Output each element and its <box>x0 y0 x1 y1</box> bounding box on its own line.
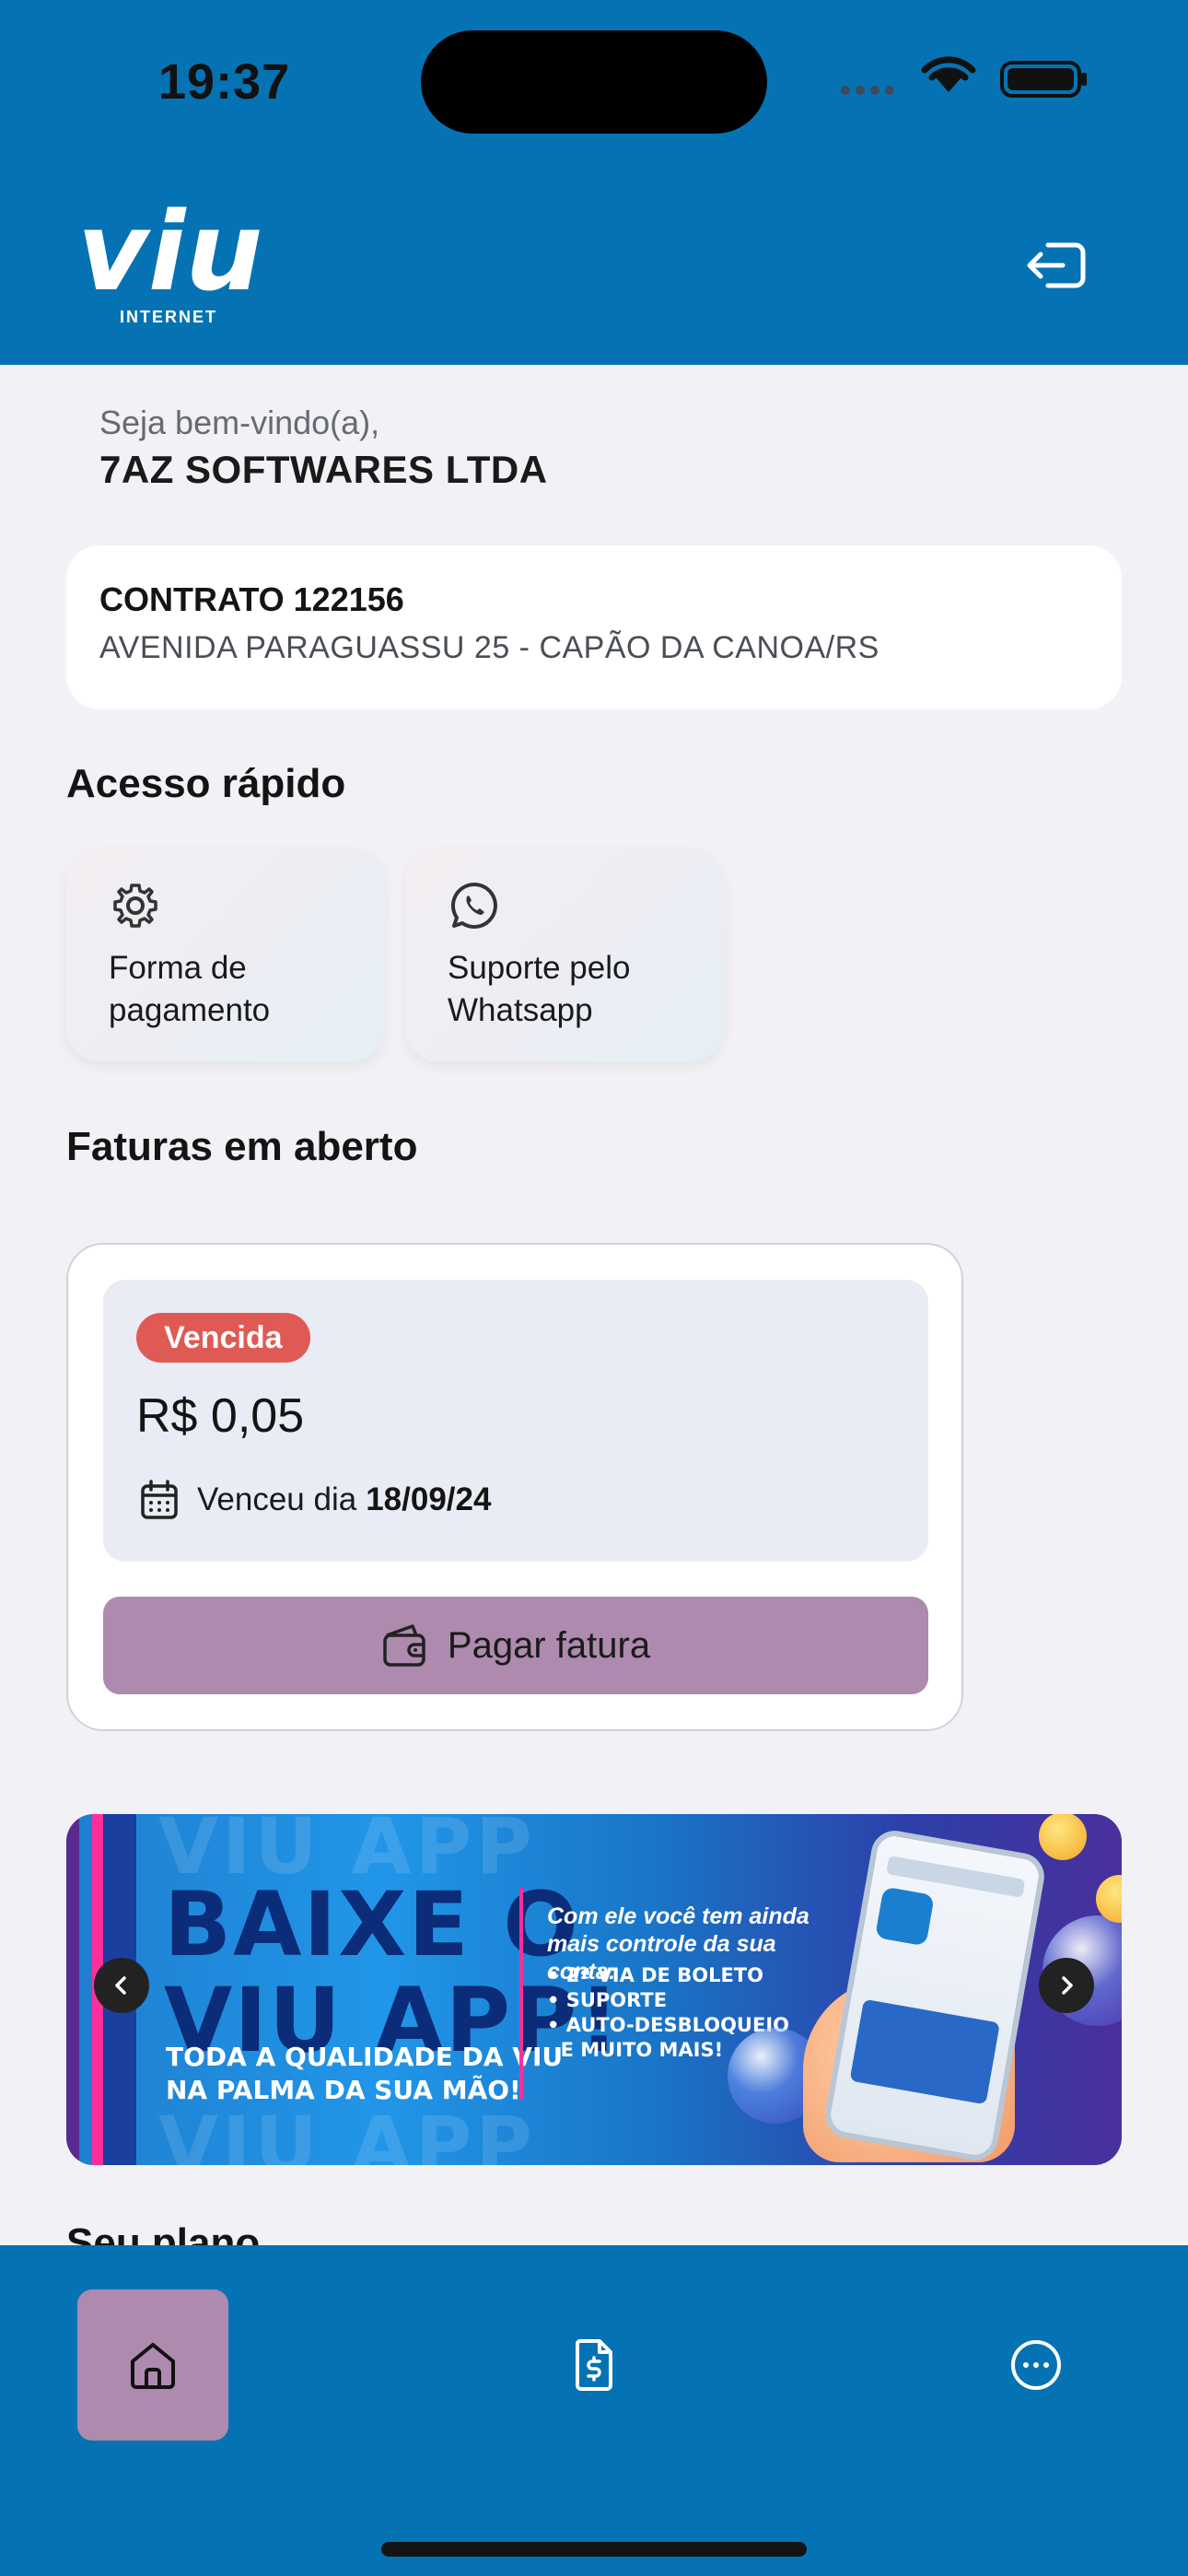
viu-logo: viu INTERNET <box>77 188 262 335</box>
quick-access-label: Forma de pagamento <box>109 950 271 1028</box>
emoji-decoration <box>1039 1814 1087 1860</box>
contract-address: AVENIDA PARAGUASSU 25 - CAPÃO DA CANOA/R… <box>99 630 879 665</box>
app-header: 19:37 viu INTERNET <box>0 0 1188 365</box>
status-badge: Vencida <box>136 1313 310 1363</box>
logout-button[interactable] <box>1020 236 1094 295</box>
gear-icon <box>113 884 157 928</box>
banner-feature: • 2ª VIA DE BOLETO <box>547 1964 763 1986</box>
quick-access-title: Acesso rápido <box>66 761 346 806</box>
pay-invoice-button[interactable]: Pagar fatura <box>103 1597 928 1694</box>
banner-subtitle: TODA A QUALIDADE DA VIU NA PALMA DA SUA … <box>166 2041 563 2107</box>
banner-feature: • SUPORTE <box>547 1989 668 2011</box>
status-time: 19:37 <box>158 54 291 110</box>
due-label: Venceu dia <box>197 1481 357 1517</box>
contract-card[interactable]: CONTRATO 122156 AVENIDA PARAGUASSU 25 - … <box>66 545 1122 709</box>
invoice-card: Vencida R$ 0,05 Venceu dia 18/09/24 Paga… <box>66 1243 963 1731</box>
invoice-amount: R$ 0,05 <box>136 1389 305 1443</box>
calendar-icon <box>141 1480 178 1519</box>
quick-access-payment-method[interactable]: Forma de pagamento <box>66 848 385 1061</box>
carousel-next-button[interactable] <box>1039 1958 1094 2013</box>
home-indicator <box>381 2542 807 2557</box>
whatsapp-icon <box>451 882 497 929</box>
logo-subtext: INTERNET <box>120 308 217 326</box>
quick-access-whatsapp-support[interactable]: Suporte pelo Whatsapp <box>405 848 724 1061</box>
bottom-tab-bar <box>0 2245 1188 2576</box>
carousel-prev-button[interactable] <box>94 1958 149 2013</box>
contract-title: CONTRATO 122156 <box>99 580 404 618</box>
chevron-left-icon <box>115 1976 126 1995</box>
wallet-icon <box>383 1624 425 1667</box>
welcome-greeting: Seja bem-vindo(a), <box>99 404 380 441</box>
invoice-icon <box>575 2339 612 2391</box>
tab-home[interactable] <box>77 2289 228 2441</box>
dynamic-island <box>421 30 767 134</box>
company-name: 7AZ SOFTWARES LTDA <box>99 448 548 491</box>
quick-access-label: Suporte pelo Whatsapp <box>448 950 631 1028</box>
tab-invoices[interactable] <box>518 2289 670 2441</box>
pay-invoice-label: Pagar fatura <box>447 1624 651 1666</box>
banner-subtitle-line: TODA A QUALIDADE DA VIU <box>166 2042 564 2072</box>
banner-ghost-text: VIU APP <box>158 2100 536 2165</box>
svg-text:viu: viu <box>77 197 262 315</box>
chevron-right-icon <box>1062 1976 1073 1995</box>
status-icons <box>840 55 1089 101</box>
invoice-details[interactable]: Vencida R$ 0,05 Venceu dia 18/09/24 <box>103 1280 928 1562</box>
tab-more[interactable] <box>961 2289 1112 2441</box>
signal-wifi-battery-icon <box>841 56 1087 98</box>
due-date: 18/09/24 <box>366 1481 492 1517</box>
logout-icon <box>1027 242 1086 288</box>
banner-divider <box>519 1888 523 2100</box>
open-invoices-title: Faturas em aberto <box>66 1124 418 1169</box>
promo-banner-carousel[interactable]: VIU APP VIU APP BAIXE O VIU APP! TODA A … <box>66 1814 1122 2165</box>
more-icon <box>1011 2340 1061 2390</box>
banner-subtitle-line: NA PALMA DA SUA MÃO! <box>166 2075 521 2105</box>
due-date-row: Venceu dia 18/09/24 <box>140 1477 491 1523</box>
home-icon <box>131 2343 175 2389</box>
